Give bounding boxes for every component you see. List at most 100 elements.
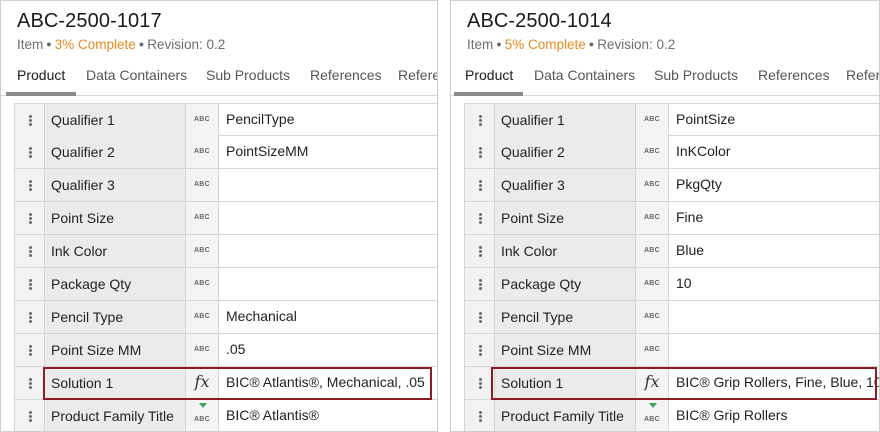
drag-handle-icon[interactable]: [465, 301, 495, 333]
revision-label: Revision: 0.2: [147, 37, 226, 52]
drag-handle-icon[interactable]: [465, 367, 495, 399]
attribute-value[interactable]: PencilType: [220, 104, 437, 136]
drag-handle-icon[interactable]: [465, 334, 495, 366]
drag-handle-icon[interactable]: [15, 169, 45, 201]
attribute-label: Ink Color: [45, 235, 186, 267]
separator-dot-icon: ●: [138, 39, 145, 49]
drag-handle-icon[interactable]: [15, 400, 45, 431]
drag-handle-icon[interactable]: [465, 235, 495, 267]
attribute-row[interactable]: Qualifier 2 ABC PointSizeMM: [14, 136, 437, 169]
attribute-row[interactable]: Point Size MM ABC: [464, 334, 879, 367]
separator-dot-icon: ●: [46, 39, 52, 49]
drag-handle-icon[interactable]: [15, 268, 45, 300]
attribute-value[interactable]: PkgQty: [670, 169, 879, 201]
attribute-value[interactable]: BIC® Grip Rollers: [670, 400, 879, 431]
text-type-icon: ABC: [186, 268, 219, 300]
tab-data-containers[interactable]: Data Containers: [86, 67, 187, 83]
text-type-icon: ABC: [636, 334, 669, 366]
attribute-value[interactable]: 10: [670, 268, 879, 300]
attribute-value[interactable]: InKColor: [670, 136, 879, 168]
attribute-value[interactable]: Blue: [670, 235, 879, 267]
tab-data-containers[interactable]: Data Containers: [534, 67, 635, 83]
item-panel-left: ABC-2500-1017 Item ● 3% Complete ● Revision:…: [0, 0, 438, 432]
text-type-icon: ABC: [186, 334, 219, 366]
drag-handle-icon[interactable]: [465, 400, 495, 431]
tab-product[interactable]: Product: [465, 67, 513, 83]
attribute-value[interactable]: [220, 169, 437, 201]
attribute-value[interactable]: BIC® Atlantis®: [220, 400, 437, 431]
attribute-row[interactable]: Ink Color ABC Blue: [464, 235, 879, 268]
drag-handle-icon[interactable]: [15, 301, 45, 333]
item-header: ABC-2500-1014 Item ● 5% Complete ● Revision:…: [467, 10, 675, 52]
attribute-row[interactable]: Package Qty ABC 10: [464, 268, 879, 301]
attribute-label: Qualifier 2: [45, 136, 186, 168]
attribute-label: Qualifier 3: [45, 169, 186, 201]
drag-handle-icon[interactable]: [15, 104, 45, 136]
attribute-row[interactable]: Ink Color ABC: [14, 235, 437, 268]
text-type-icon: ABC: [186, 169, 219, 201]
drag-handle-icon[interactable]: [15, 202, 45, 234]
attribute-value[interactable]: Fine: [670, 202, 879, 234]
drag-handle-icon[interactable]: [15, 334, 45, 366]
attribute-row[interactable]: Qualifier 3 ABC PkgQty: [464, 169, 879, 202]
item-type-label: Item: [17, 37, 44, 52]
text-type-icon: ABC: [636, 268, 669, 300]
drag-handle-icon[interactable]: [15, 235, 45, 267]
tab-sub-products[interactable]: Sub Products: [654, 67, 738, 83]
attribute-value[interactable]: Mechanical: [220, 301, 437, 333]
drag-handle-icon[interactable]: [465, 169, 495, 201]
attribute-value[interactable]: [220, 235, 437, 267]
attribute-value[interactable]: PointSizeMM: [220, 136, 437, 168]
attribute-row[interactable]: Qualifier 3 ABC: [14, 169, 437, 202]
separator-dot-icon: ●: [588, 39, 595, 49]
completeness-link[interactable]: 5% Complete: [505, 37, 586, 52]
active-tab-indicator: [454, 92, 523, 96]
tab-sub-products[interactable]: Sub Products: [206, 67, 290, 83]
attribute-label: Point Size: [495, 202, 636, 234]
attribute-label: Pencil Type: [45, 301, 186, 333]
attribute-value[interactable]: PointSize: [670, 104, 879, 136]
attribute-row[interactable]: Qualifier 2 ABC InKColor: [464, 136, 879, 169]
attribute-row[interactable]: Product Family Title ABC BIC® Grip Rollers: [464, 400, 879, 431]
attribute-value[interactable]: [670, 334, 879, 366]
attribute-value[interactable]: [220, 202, 437, 234]
tab-product[interactable]: Product: [17, 67, 65, 83]
tab-bar: Product Data Containers Sub Products Ref…: [451, 62, 879, 96]
attribute-row[interactable]: Pencil Type ABC Mechanical: [14, 301, 437, 334]
tab-overflow[interactable]: Refere: [846, 67, 879, 83]
completeness-link[interactable]: 3% Complete: [55, 37, 136, 52]
drag-handle-icon[interactable]: [465, 202, 495, 234]
attribute-row[interactable]: Solution 1 fx BIC® Atlantis®, Mechanical, …: [14, 367, 437, 400]
attribute-value[interactable]: BIC® Atlantis®, Mechanical, .05: [220, 367, 437, 399]
attribute-value[interactable]: [670, 301, 879, 333]
attribute-row[interactable]: Product Family Title ABC BIC® Atlantis®: [14, 400, 437, 431]
tab-overflow[interactable]: Refere: [398, 67, 437, 83]
drag-handle-icon[interactable]: [15, 136, 45, 168]
attribute-row[interactable]: Qualifier 1 ABC PencilType: [14, 103, 437, 136]
tab-references[interactable]: References: [758, 67, 830, 83]
drag-handle-icon[interactable]: [465, 136, 495, 168]
text-type-icon: ABC: [186, 400, 219, 431]
attribute-row[interactable]: Point Size MM ABC .05: [14, 334, 437, 367]
attribute-label: Point Size MM: [495, 334, 636, 366]
attribute-label: Qualifier 1: [495, 104, 636, 136]
attribute-value[interactable]: BIC® Grip Rollers, Fine, Blue, 10: [670, 367, 879, 399]
attribute-row[interactable]: Point Size ABC Fine: [464, 202, 879, 235]
text-type-icon: ABC: [636, 202, 669, 234]
drag-handle-icon[interactable]: [15, 367, 45, 399]
attribute-row[interactable]: Package Qty ABC: [14, 268, 437, 301]
attribute-row[interactable]: Pencil Type ABC: [464, 301, 879, 334]
attribute-grid: Qualifier 1 ABC PointSize Qualifier 2 ABC InK…: [464, 103, 879, 431]
text-type-icon: ABC: [186, 202, 219, 234]
attribute-label: Product Family Title: [495, 400, 636, 431]
attribute-value[interactable]: .05: [220, 334, 437, 366]
attribute-row[interactable]: Qualifier 1 ABC PointSize: [464, 103, 879, 136]
drag-handle-icon[interactable]: [465, 268, 495, 300]
attribute-row[interactable]: Point Size ABC: [14, 202, 437, 235]
drag-handle-icon[interactable]: [465, 104, 495, 136]
attribute-label: Qualifier 2: [495, 136, 636, 168]
attribute-row[interactable]: Solution 1 fx BIC® Grip Rollers, Fine, Blu…: [464, 367, 879, 400]
attribute-value[interactable]: [220, 268, 437, 300]
attribute-label: Package Qty: [495, 268, 636, 300]
tab-references[interactable]: References: [310, 67, 382, 83]
